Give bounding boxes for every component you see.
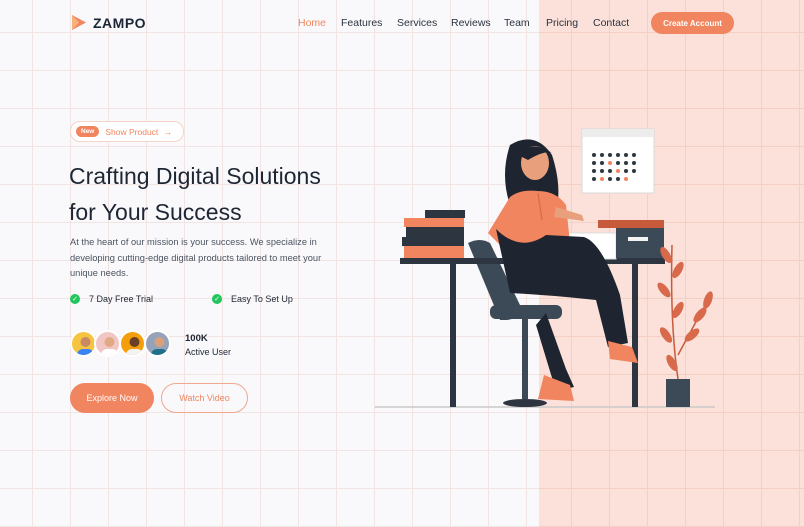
hero-headline: Crafting Digital Solutions for Your Succ… <box>69 158 321 230</box>
explore-now-button[interactable]: Explore Now <box>70 383 154 413</box>
hero-description: At the heart of our mission is your succ… <box>70 237 322 278</box>
active-users-label: Active User <box>185 347 232 357</box>
nav-reviews[interactable]: Reviews <box>451 17 491 29</box>
nav-services[interactable]: Services <box>397 17 437 29</box>
feature-label: 7 Day Free Trial <box>89 294 154 304</box>
avatar <box>70 330 97 357</box>
show-product-pill[interactable]: New Show Product → <box>70 121 184 142</box>
arrow-right-icon: → <box>163 126 173 137</box>
logo[interactable]: ZAMPO <box>70 14 146 31</box>
avatar <box>119 330 146 357</box>
headline-line-1: Crafting Digital Solutions <box>69 163 321 189</box>
calendar-icon <box>581 128 655 194</box>
show-product-label: Show Product <box>105 126 159 137</box>
feature-label: Easy To Set Up <box>231 294 293 304</box>
check-icon: ✓ <box>70 294 80 304</box>
feature-item: ✓ Easy To Set Up <box>212 294 293 304</box>
check-icon: ✓ <box>212 294 222 304</box>
headline-line-2: for Your Success <box>69 199 242 225</box>
office-worker-illustration <box>375 128 715 408</box>
avatar <box>94 330 121 357</box>
brand-name: ZAMPO <box>93 14 147 31</box>
avatar <box>144 330 171 357</box>
nav-pricing[interactable]: Pricing <box>546 17 578 29</box>
nav-team[interactable]: Team <box>504 17 530 29</box>
nav-home[interactable]: Home <box>298 17 326 29</box>
watch-video-button[interactable]: Watch Video <box>161 383 248 413</box>
play-logo-icon <box>72 15 86 30</box>
feature-item: ✓ 7 Day Free Trial <box>70 294 153 304</box>
nav-features[interactable]: Features <box>341 17 382 29</box>
create-account-button[interactable]: Create Account <box>651 12 734 34</box>
books-stack <box>402 210 465 258</box>
plant <box>657 244 713 407</box>
new-badge: New <box>76 126 100 137</box>
active-users-count: 100K <box>185 333 208 344</box>
nav-contact[interactable]: Contact <box>593 17 629 29</box>
